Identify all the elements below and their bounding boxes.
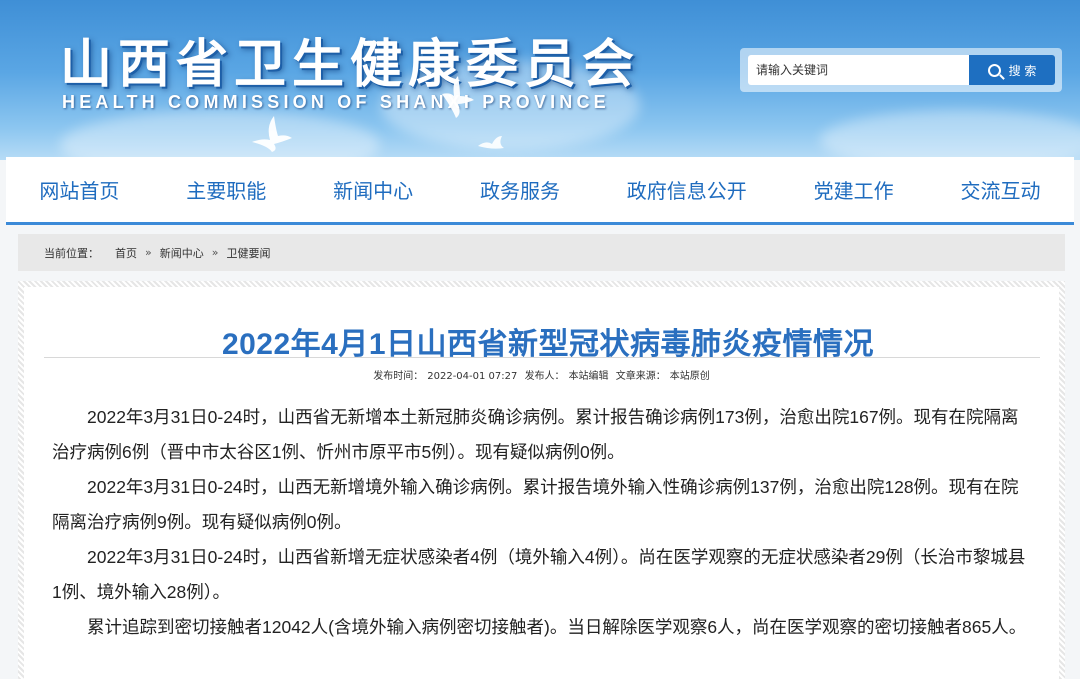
nav-item-party[interactable]: 党建工作 (804, 167, 904, 212)
breadcrumb-separator: » (145, 246, 152, 259)
nav-item-functions[interactable]: 主要职能 (176, 167, 276, 212)
article-meta: 发布时间： 2022-04-01 07:27 发布人： 本站编辑 文章来源： 本站原创 (24, 367, 1059, 382)
breadcrumb: 当前位置： 首页 » 新闻中心 » 卫健要闻 (18, 234, 1065, 271)
main-nav: 网站首页 主要职能 新闻中心 政务服务 政府信息公开 党建工作 交流互动 (6, 157, 1074, 225)
breadcrumb-link-news[interactable]: 新闻中心 (160, 245, 204, 261)
breadcrumb-prefix: 当前位置： (44, 246, 99, 260)
publish-time-label: 发布时间： (373, 371, 424, 382)
dove-icon (478, 136, 504, 149)
dove-icon (252, 116, 292, 152)
nav-item-disclosure[interactable]: 政府信息公开 (617, 167, 757, 212)
article-paragraph: 2022年3月31日0-24时，山西省新增无症状感染者4例（境外输入4例）。尚在… (52, 547, 1026, 602)
article-card: 2022年4月1日山西省新型冠状病毒肺炎疫情情况 发布时间： 2022-04-01… (18, 281, 1065, 679)
title-divider (44, 357, 1040, 358)
breadcrumb-link-current[interactable]: 卫健要闻 (226, 245, 270, 261)
author: 本站编辑 (568, 371, 609, 382)
breadcrumb-link-home[interactable]: 首页 (115, 245, 137, 261)
search-button-label: 搜 索 (1008, 63, 1037, 78)
cloud-decoration (60, 110, 380, 160)
search-button[interactable]: 搜 索 (969, 55, 1055, 85)
source: 本站原创 (669, 371, 710, 382)
site-logo-title[interactable]: 山西省卫生健康委员会 (60, 22, 640, 97)
article-paragraph: 累计追踪到密切接触者12042人(含境外输入病例密切接触者)。当日解除医学观察6… (87, 617, 1027, 637)
author-label: 发布人： (524, 371, 565, 382)
search-icon (987, 63, 1001, 77)
nav-item-services[interactable]: 政务服务 (470, 167, 570, 212)
nav-item-news[interactable]: 新闻中心 (323, 167, 423, 212)
breadcrumb-separator: » (211, 246, 219, 259)
nav-item-home[interactable]: 网站首页 (29, 167, 129, 212)
dove-icon (442, 76, 474, 118)
article-body: 2022年3月31日0-24时，山西省无新增本土新冠肺炎确诊病例。累计报告确诊病… (52, 400, 1035, 645)
cloud-decoration (820, 110, 1080, 160)
search-input[interactable] (748, 55, 970, 85)
site-logo-subtitle: HEALTH COMMISSION OF SHANXI PROVINCE (62, 92, 610, 112)
article-paragraph: 2022年3月31日0-24时，山西省无新增本土新冠肺炎确诊病例。累计报告确诊病… (52, 407, 1019, 462)
publish-time: 2022-04-01 07:27 (427, 371, 518, 382)
nav-item-interaction[interactable]: 交流互动 (950, 167, 1050, 212)
source-label: 文章来源： (615, 371, 666, 382)
article-paragraph: 2022年3月31日0-24时，山西无新增境外输入确诊病例。累计报告境外输入性确… (52, 477, 1019, 532)
